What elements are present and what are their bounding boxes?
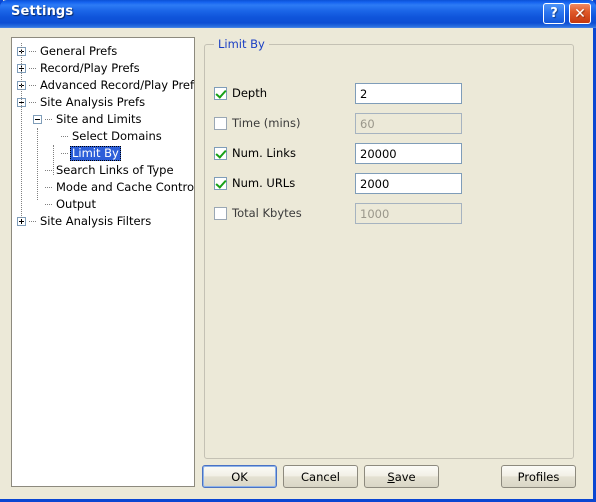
checkbox-label-depth: Depth [232, 86, 268, 100]
save-button-label: Save [387, 470, 415, 484]
tree-item-site-and-limits[interactable]: Site and Limits [12, 111, 194, 128]
profiles-button[interactable]: Profiles [501, 465, 576, 488]
form-row-num-links: Num. Links [214, 142, 296, 164]
tree-leaf-stub-icon [33, 200, 42, 209]
tree-guide-level2 [53, 145, 54, 175]
save-button[interactable]: Save [364, 465, 439, 488]
form-row-time-mins: Time (mins) [214, 112, 300, 134]
input-num-urls[interactable] [355, 173, 462, 194]
title-bar[interactable]: Settings ? ✕ [0, 0, 596, 28]
checkbox-label-num-urls: Num. URLs [232, 176, 296, 190]
input-total-kbytes [355, 203, 462, 224]
tree-item-label: Search Links of Type [56, 163, 174, 177]
cancel-button[interactable]: Cancel [283, 465, 358, 488]
checkbox-label-time-mins: Time (mins) [232, 116, 301, 130]
input-depth[interactable] [355, 83, 462, 104]
save-accel-char: S [387, 469, 395, 484]
dialog-client-area: General Prefs Record/Play Prefs Advanced R… [0, 28, 590, 499]
tree-connector [29, 221, 36, 222]
tree-item-label: Limit By [70, 146, 121, 161]
window-title: Settings [11, 4, 74, 19]
checkbox-label-total-kbytes: Total Kbytes [232, 206, 302, 220]
tree-connector [45, 187, 52, 188]
limit-by-groupbox [204, 44, 574, 459]
tree-connector [29, 102, 36, 103]
tree-item-label: Advanced Record/Play Prefs [40, 78, 195, 92]
tree-connector [29, 68, 36, 69]
save-label-rest: ave [394, 469, 416, 484]
checkbox-total-kbytes[interactable] [214, 206, 227, 220]
tree-item-label: Output [56, 197, 96, 211]
tree-collapse-minus-icon[interactable] [33, 115, 42, 124]
tree-connector [45, 119, 52, 120]
tree-item-label: Site Analysis Filters [40, 214, 152, 228]
tree-item-general-prefs[interactable]: General Prefs [12, 43, 194, 60]
tree-connector [29, 51, 36, 52]
checkbox-num-links[interactable] [214, 146, 227, 160]
tree-leaf-stub-icon [49, 132, 58, 141]
tree-item-record-play-prefs[interactable]: Record/Play Prefs [12, 60, 194, 77]
tree-item-label: Select Domains [72, 129, 162, 143]
tree-item-site-analysis-prefs[interactable]: Site Analysis Prefs [12, 94, 194, 111]
form-row-num-urls: Num. URLs [214, 172, 295, 194]
tree-connector [61, 153, 68, 154]
ok-button[interactable]: OK [202, 465, 277, 488]
checkbox-label-num-links: Num. Links [232, 146, 296, 160]
tree-connector [29, 85, 36, 86]
tree-item-mode-and-cache-control[interactable]: Mode and Cache Control [12, 179, 194, 196]
tree-item-label: Mode and Cache Control [56, 180, 195, 194]
input-time-mins [355, 113, 462, 134]
tree-connector [61, 136, 68, 137]
tree-item-advanced-record-play-prefs[interactable]: Advanced Record/Play Prefs [12, 77, 194, 94]
tree-item-label: Site and Limits [56, 112, 142, 126]
tree-item-limit-by[interactable]: Limit By [12, 145, 194, 162]
tree-item-label: Site Analysis Prefs [40, 95, 146, 109]
checkbox-time-mins[interactable] [214, 116, 227, 130]
checkbox-num-urls[interactable] [214, 176, 227, 190]
form-row-total-kbytes: Total Kbytes [214, 202, 302, 224]
tree-guide-root [21, 43, 22, 218]
tree-item-select-domains[interactable]: Select Domains [12, 128, 194, 145]
tree-guide-level1 [37, 128, 38, 200]
form-row-depth: Depth [214, 82, 267, 104]
tree-item-label: Record/Play Prefs [40, 61, 140, 75]
tree-item-label: General Prefs [40, 44, 118, 58]
tree-connector [45, 204, 52, 205]
tree-item-search-links-of-type[interactable]: Search Links of Type [12, 162, 194, 179]
settings-dialog-window: Settings ? ✕ General Prefs Record/Play Pr… [0, 0, 596, 502]
settings-tree[interactable]: General Prefs Record/Play Prefs Advanced R… [11, 37, 195, 487]
input-num-links[interactable] [355, 143, 462, 164]
tree-item-output[interactable]: Output [12, 196, 194, 213]
tree-item-site-analysis-filters[interactable]: Site Analysis Filters [12, 213, 194, 230]
close-icon[interactable]: ✕ [569, 3, 591, 24]
groupbox-label: Limit By [214, 37, 269, 51]
tree-connector [45, 170, 52, 171]
tree-expand-plus-icon[interactable] [17, 217, 26, 226]
help-icon[interactable]: ? [543, 3, 565, 24]
checkbox-depth[interactable] [214, 86, 227, 100]
